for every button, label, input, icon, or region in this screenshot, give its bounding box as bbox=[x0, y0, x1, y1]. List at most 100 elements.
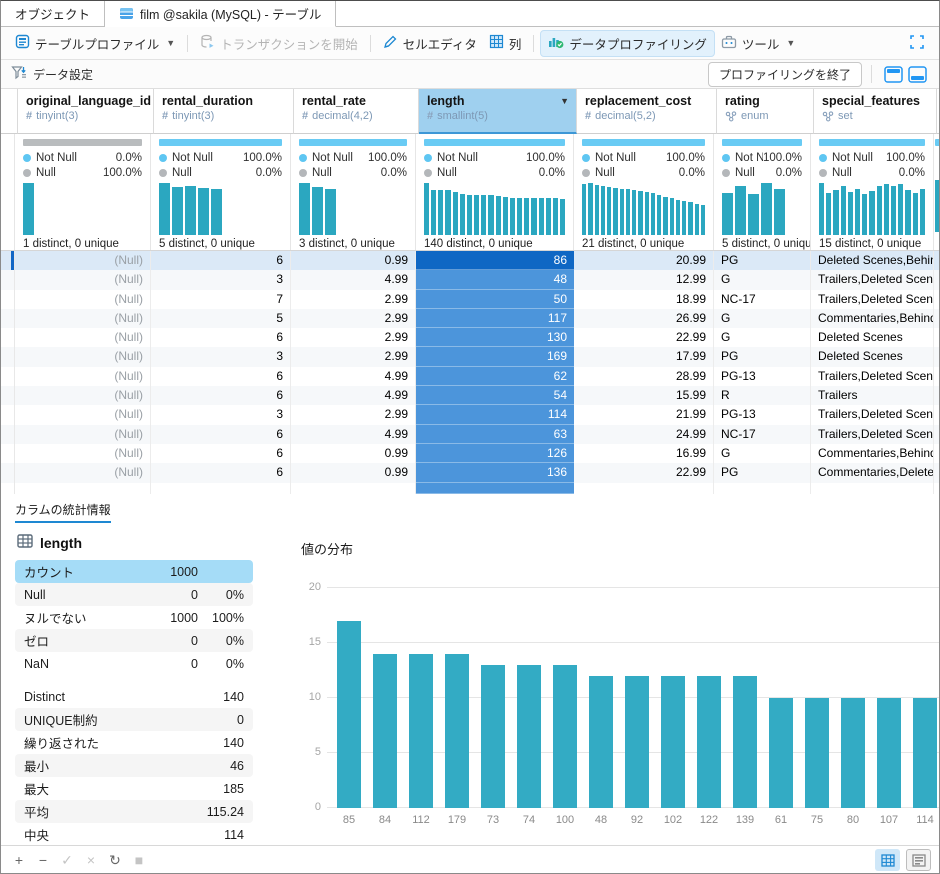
column-profile-original_language_id[interactable]: Not Null0.0%Null100.0%1 distinct, 0 uniq… bbox=[15, 134, 151, 250]
cell-rental_duration[interactable]: 5 bbox=[151, 309, 291, 328]
row-selector[interactable] bbox=[1, 463, 15, 482]
cell-replacement_cost[interactable]: 21.99 bbox=[574, 405, 714, 424]
row-selector[interactable] bbox=[1, 251, 15, 270]
cell-rating[interactable]: G bbox=[714, 444, 811, 463]
cell-rental_rate[interactable]: 2.99 bbox=[291, 328, 416, 347]
cell-replacement_cost[interactable]: 15.99 bbox=[574, 386, 714, 405]
cell-rental_rate[interactable]: 2.99 bbox=[291, 290, 416, 309]
column-header-special_features[interactable]: special_featuresset bbox=[814, 89, 937, 134]
cell-rental_duration[interactable]: 7 bbox=[151, 290, 291, 309]
cell-original_language_id[interactable]: (Null) bbox=[15, 386, 151, 405]
cell-special_features[interactable]: Trailers,Deleted Scenes bbox=[811, 290, 934, 309]
cell-special_features[interactable]: Commentaries,Behind the bbox=[811, 444, 934, 463]
stats-row[interactable]: カウント1000 bbox=[15, 560, 253, 583]
stats-row[interactable]: 最小46 bbox=[15, 754, 253, 777]
cell-original_language_id[interactable]: (Null) bbox=[15, 367, 151, 386]
column-profile-rental_rate[interactable]: Not Null100.0%Null0.0%3 distinct, 0 uniq… bbox=[291, 134, 416, 250]
cell-special_features[interactable]: Deleted Scenes bbox=[811, 347, 934, 366]
column-profile-rating[interactable]: Not Null100.0%Null0.0%5 distinct, 0 uniq… bbox=[714, 134, 811, 250]
cell-editor-button[interactable]: セルエディタ bbox=[377, 30, 483, 57]
column-sort-caret-icon[interactable]: ▼ bbox=[560, 96, 569, 106]
cell-rating[interactable]: PG bbox=[714, 347, 811, 366]
grid-view-button[interactable] bbox=[875, 849, 900, 871]
tools-button[interactable]: ツール ▼ bbox=[715, 30, 801, 57]
cell-special_features[interactable]: Deleted Scenes,Behind the bbox=[811, 251, 934, 270]
cell-original_language_id[interactable]: (Null) bbox=[15, 251, 151, 270]
cell-length[interactable]: 86 bbox=[416, 251, 574, 270]
stats-row[interactable]: 繰り返された140 bbox=[15, 731, 253, 754]
cell-length[interactable]: 50 bbox=[416, 290, 574, 309]
table-profile-button[interactable]: テーブルプロファイル ▼ bbox=[9, 30, 181, 57]
cell-rental_duration[interactable]: 3 bbox=[151, 270, 291, 289]
cell-rental_duration[interactable]: 3 bbox=[151, 405, 291, 424]
row-selector[interactable] bbox=[1, 290, 15, 309]
cell-original_language_id[interactable]: (Null) bbox=[15, 405, 151, 424]
row-selector[interactable] bbox=[1, 328, 15, 347]
cell-original_language_id[interactable]: (Null) bbox=[15, 425, 151, 444]
cell-special_features[interactable]: Commentaries,Behind the bbox=[811, 309, 934, 328]
cell-rental_duration[interactable]: 6 bbox=[151, 386, 291, 405]
columns-button[interactable]: 列 bbox=[483, 30, 528, 57]
cell-length[interactable]: 136 bbox=[416, 463, 574, 482]
stats-row[interactable]: Null00% bbox=[15, 583, 253, 606]
cell-rental_rate[interactable]: 2.99 bbox=[291, 405, 416, 424]
cell-original_language_id[interactable]: (Null) bbox=[15, 463, 151, 482]
column-profile-special_features[interactable]: Not Null100.0%Null0.0%15 distinct, 0 uni… bbox=[811, 134, 934, 250]
cell-rental_rate[interactable]: 4.99 bbox=[291, 386, 416, 405]
cell-original_language_id[interactable]: (Null) bbox=[15, 347, 151, 366]
cell-replacement_cost[interactable]: 18.99 bbox=[574, 290, 714, 309]
stats-row[interactable]: Distinct140 bbox=[15, 685, 253, 708]
cell-rating[interactable]: PG bbox=[714, 463, 811, 482]
tab-objects[interactable]: オブジェクト bbox=[1, 1, 105, 26]
end-profiling-button[interactable]: プロファイリングを終了 bbox=[708, 62, 862, 87]
cell-rating[interactable]: NC-17 bbox=[714, 290, 811, 309]
cell-rental_rate[interactable]: 0.99 bbox=[291, 251, 416, 270]
column-profile-rental_duration[interactable]: Not Null100.0%Null0.0%5 distinct, 0 uniq… bbox=[151, 134, 291, 250]
column-profile-length[interactable]: Not Null100.0%Null0.0%140 distinct, 0 un… bbox=[416, 134, 574, 250]
cell-length[interactable]: 117 bbox=[416, 309, 574, 328]
cell-rental_duration[interactable]: 6 bbox=[151, 251, 291, 270]
cell-rental_rate[interactable]: 4.99 bbox=[291, 367, 416, 386]
cell-length[interactable]: 62 bbox=[416, 367, 574, 386]
remove-icon[interactable]: − bbox=[33, 852, 53, 868]
column-header-length[interactable]: length#smallint(5)▼ bbox=[419, 89, 577, 134]
cell-rating[interactable]: NC-17 bbox=[714, 425, 811, 444]
stats-row[interactable]: 最大185 bbox=[15, 777, 253, 800]
cell-replacement_cost[interactable]: 24.99 bbox=[574, 425, 714, 444]
data-settings-button[interactable]: データ設定 bbox=[11, 65, 93, 83]
begin-transaction-button[interactable]: トランザクションを開始 bbox=[194, 30, 364, 57]
cell-length[interactable]: 130 bbox=[416, 328, 574, 347]
stats-row[interactable]: ヌルでない1000100% bbox=[15, 606, 253, 629]
cell-length[interactable]: 126 bbox=[416, 444, 574, 463]
row-selector[interactable] bbox=[1, 444, 15, 463]
cell-rental_rate[interactable]: 0.99 bbox=[291, 444, 416, 463]
row-selector[interactable] bbox=[1, 347, 15, 366]
cell-original_language_id[interactable]: (Null) bbox=[15, 328, 151, 347]
cell-special_features[interactable]: Trailers,Deleted Scenes bbox=[811, 425, 934, 444]
cell-length[interactable]: 169 bbox=[416, 347, 574, 366]
cell-replacement_cost[interactable]: 17.99 bbox=[574, 347, 714, 366]
stats-row[interactable]: 平均115.24 bbox=[15, 800, 253, 823]
cell-special_features[interactable]: Trailers,Deleted Scenes bbox=[811, 405, 934, 424]
cell-rental_duration[interactable]: 6 bbox=[151, 444, 291, 463]
cell-rental_duration[interactable]: 6 bbox=[151, 328, 291, 347]
stats-row[interactable]: UNIQUE制約0 bbox=[15, 708, 253, 731]
cell-replacement_cost[interactable]: 12.99 bbox=[574, 270, 714, 289]
fullscreen-button[interactable] bbox=[903, 30, 931, 57]
cell-original_language_id[interactable]: (Null) bbox=[15, 290, 151, 309]
cell-rating[interactable]: R bbox=[714, 386, 811, 405]
cell-length[interactable]: 114 bbox=[416, 405, 574, 424]
cell-original_language_id[interactable]: (Null) bbox=[15, 270, 151, 289]
cell-replacement_cost[interactable]: 16.99 bbox=[574, 444, 714, 463]
column-header-rental_rate[interactable]: rental_rate#decimal(4,2) bbox=[294, 89, 419, 134]
stats-row[interactable]: 中央114 bbox=[15, 823, 253, 846]
cell-rating[interactable]: PG-13 bbox=[714, 405, 811, 424]
cell-rental_rate[interactable]: 4.99 bbox=[291, 425, 416, 444]
cell-rental_rate[interactable]: 2.99 bbox=[291, 347, 416, 366]
cell-special_features[interactable]: Deleted Scenes bbox=[811, 328, 934, 347]
cell-special_features[interactable]: Commentaries,Deleted Sc bbox=[811, 463, 934, 482]
cell-rating[interactable]: G bbox=[714, 328, 811, 347]
cancel-icon[interactable]: × bbox=[81, 852, 101, 868]
cell-replacement_cost[interactable]: 26.99 bbox=[574, 309, 714, 328]
cell-length[interactable]: 54 bbox=[416, 386, 574, 405]
